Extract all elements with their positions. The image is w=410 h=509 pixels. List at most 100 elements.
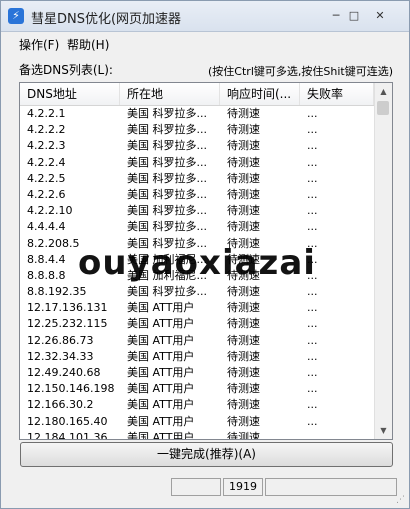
selection-hint: (按住Ctrl键可多选,按住Shit键可连选) [208, 65, 393, 78]
table-row[interactable]: 12.25.232.115 美国 ATT用户 待测速... [20, 316, 374, 332]
cell-dns: 4.2.2.10 [27, 204, 73, 218]
app-window: ⚡ 彗星DNS优化(网页加速器 ─ □ ✕ 操作(F) 帮助(H) 备选DNS列… [0, 0, 410, 509]
dns-list[interactable]: DNS地址 所在地 响应时间(... 失败率 4.2.2.1 美国 科罗拉多...… [19, 82, 393, 440]
table-row[interactable]: 12.26.86.73 美国 ATT用户 待测速... [20, 333, 374, 349]
cell-response: 待测速 [227, 139, 260, 153]
cell-fail: ... [307, 285, 318, 299]
status-box-left [171, 478, 221, 496]
table-row[interactable]: 12.166.30.2 美国 ATT用户 待测速... [20, 397, 374, 413]
table-row[interactable]: 8.8.192.35 美国 科罗拉多... 待测速... [20, 284, 374, 300]
scroll-down-icon[interactable]: ▼ [375, 422, 392, 439]
scroll-thumb[interactable] [377, 101, 389, 115]
cell-fail: ... [307, 398, 318, 412]
table-row[interactable]: 12.17.136.131 美国 ATT用户 待测速... [20, 300, 374, 316]
table-row[interactable]: 8.8.4.4 美国 加利福尼... 待测速... [20, 252, 374, 268]
cell-location: 美国 科罗拉多... [127, 285, 207, 299]
menu-bar: 操作(F) 帮助(H) [1, 32, 409, 54]
scroll-up-icon[interactable]: ▲ [375, 83, 392, 100]
cell-location: 美国 科罗拉多... [127, 220, 207, 234]
cell-dns: 4.4.4.4 [27, 220, 66, 234]
table-row[interactable]: 8.2.208.5 美国 科罗拉多... 待测速... [20, 236, 374, 252]
table-row[interactable]: 4.2.2.1 美国 科罗拉多... 待测速... [20, 106, 374, 122]
cell-response: 待测速 [227, 252, 260, 266]
status-bar: 1919 ⋰ [1, 474, 409, 508]
table-row[interactable]: 12.49.240.68 美国 ATT用户 待测速... [20, 365, 374, 381]
resize-grip-icon[interactable]: ⋰ [396, 495, 406, 505]
column-header-fail[interactable]: 失败率 [300, 83, 374, 105]
cell-fail: ... [307, 204, 318, 218]
cell-dns: 12.32.34.33 [27, 349, 94, 363]
cell-fail: ... [307, 220, 318, 234]
table-row[interactable]: 12.180.165.40 美国 ATT用户 待测速... [20, 414, 374, 430]
window-title: 彗星DNS优化(网页加速器 [31, 12, 182, 27]
table-row[interactable]: 8.8.8.8 美国 加利福尼... 待测速... [20, 268, 374, 284]
cell-response: 待测速 [227, 236, 260, 250]
cell-response: 待测速 [227, 123, 260, 137]
cell-dns: 4.2.2.5 [27, 171, 66, 185]
cell-dns: 4.2.2.6 [27, 187, 66, 201]
cell-dns: 8.2.208.5 [27, 236, 80, 250]
table-row[interactable]: 4.2.2.5 美国 科罗拉多... 待测速... [20, 171, 374, 187]
one-click-complete-button[interactable]: 一键完成(推荐)(A) [20, 442, 393, 467]
cell-location: 美国 科罗拉多... [127, 155, 207, 169]
cell-response: 待测速 [227, 301, 260, 315]
cell-fail: ... [307, 171, 318, 185]
cell-fail: ... [307, 252, 318, 266]
cell-dns: 12.150.146.198 [27, 382, 115, 396]
column-header-response[interactable]: 响应时间(... [220, 83, 300, 105]
maximize-button[interactable]: □ [347, 10, 361, 22]
cell-dns: 12.25.232.115 [27, 317, 108, 331]
cell-dns: 8.8.8.8 [27, 268, 66, 282]
table-row[interactable]: 4.2.2.10 美国 科罗拉多... 待测速... [20, 203, 374, 219]
table-row[interactable]: 4.2.2.3 美国 科罗拉多... 待测速... [20, 138, 374, 154]
menu-help[interactable]: 帮助(H) [67, 36, 109, 53]
cell-response: 待测速 [227, 285, 260, 299]
table-row[interactable]: 4.2.2.6 美国 科罗拉多... 待测速... [20, 187, 374, 203]
column-header-location[interactable]: 所在地 [120, 83, 220, 105]
cell-fail: ... [307, 155, 318, 169]
cell-fail: ... [307, 430, 318, 440]
cell-location: 美国 科罗拉多... [127, 139, 207, 153]
close-button[interactable]: ✕ [373, 10, 387, 22]
cell-dns: 8.8.4.4 [27, 252, 66, 266]
cell-response: 待测速 [227, 349, 260, 363]
cell-dns: 12.184.101.36 [27, 430, 108, 440]
cell-location: 美国 科罗拉多... [127, 171, 207, 185]
menu-operate[interactable]: 操作(F) [19, 36, 59, 53]
cell-location: 美国 科罗拉多... [127, 123, 207, 137]
cell-response: 待测速 [227, 187, 260, 201]
title-bar[interactable]: ⚡ 彗星DNS优化(网页加速器 ─ □ ✕ [1, 1, 409, 32]
cell-fail: ... [307, 268, 318, 282]
cell-fail: ... [307, 349, 318, 363]
cell-response: 待测速 [227, 107, 260, 120]
table-row[interactable]: 4.4.4.4 美国 科罗拉多... 待测速... [20, 219, 374, 235]
minimize-button[interactable]: ─ [329, 10, 343, 22]
cell-response: 待测速 [227, 155, 260, 169]
table-row[interactable]: 4.2.2.4 美国 科罗拉多... 待测速... [20, 155, 374, 171]
column-header-dns[interactable]: DNS地址 [20, 83, 120, 105]
status-box-right [265, 478, 397, 496]
cell-location: 美国 ATT用户 [127, 317, 195, 331]
cell-fail: ... [307, 187, 318, 201]
cell-location: 美国 加利福尼... [127, 268, 207, 282]
table-row[interactable]: 12.32.34.33 美国 ATT用户 待测速... [20, 349, 374, 365]
cell-dns: 4.2.2.1 [27, 107, 66, 120]
cell-location: 美国 ATT用户 [127, 430, 195, 440]
cell-response: 待测速 [227, 317, 260, 331]
cell-location: 美国 科罗拉多... [127, 107, 207, 120]
cell-location: 美国 ATT用户 [127, 301, 195, 315]
vertical-scrollbar[interactable]: ▲ ▼ [374, 83, 392, 439]
cell-fail: ... [307, 366, 318, 379]
cell-location: 美国 加利福尼... [127, 252, 207, 266]
cell-location: 美国 ATT用户 [127, 398, 195, 412]
table-row[interactable]: 12.150.146.198 美国 ATT用户 待测速... [20, 381, 374, 397]
cell-fail: ... [307, 414, 318, 428]
cell-response: 待测速 [227, 414, 260, 428]
cell-dns: 4.2.2.3 [27, 139, 66, 153]
table-row[interactable]: 4.2.2.2 美国 科罗拉多... 待测速... [20, 122, 374, 138]
cell-location: 美国 ATT用户 [127, 382, 195, 396]
cell-fail: ... [307, 139, 318, 153]
cell-response: 待测速 [227, 204, 260, 218]
cell-response: 待测速 [227, 220, 260, 234]
table-row[interactable]: 12.184.101.36 美国 ATT用户 待测速... [20, 430, 374, 440]
